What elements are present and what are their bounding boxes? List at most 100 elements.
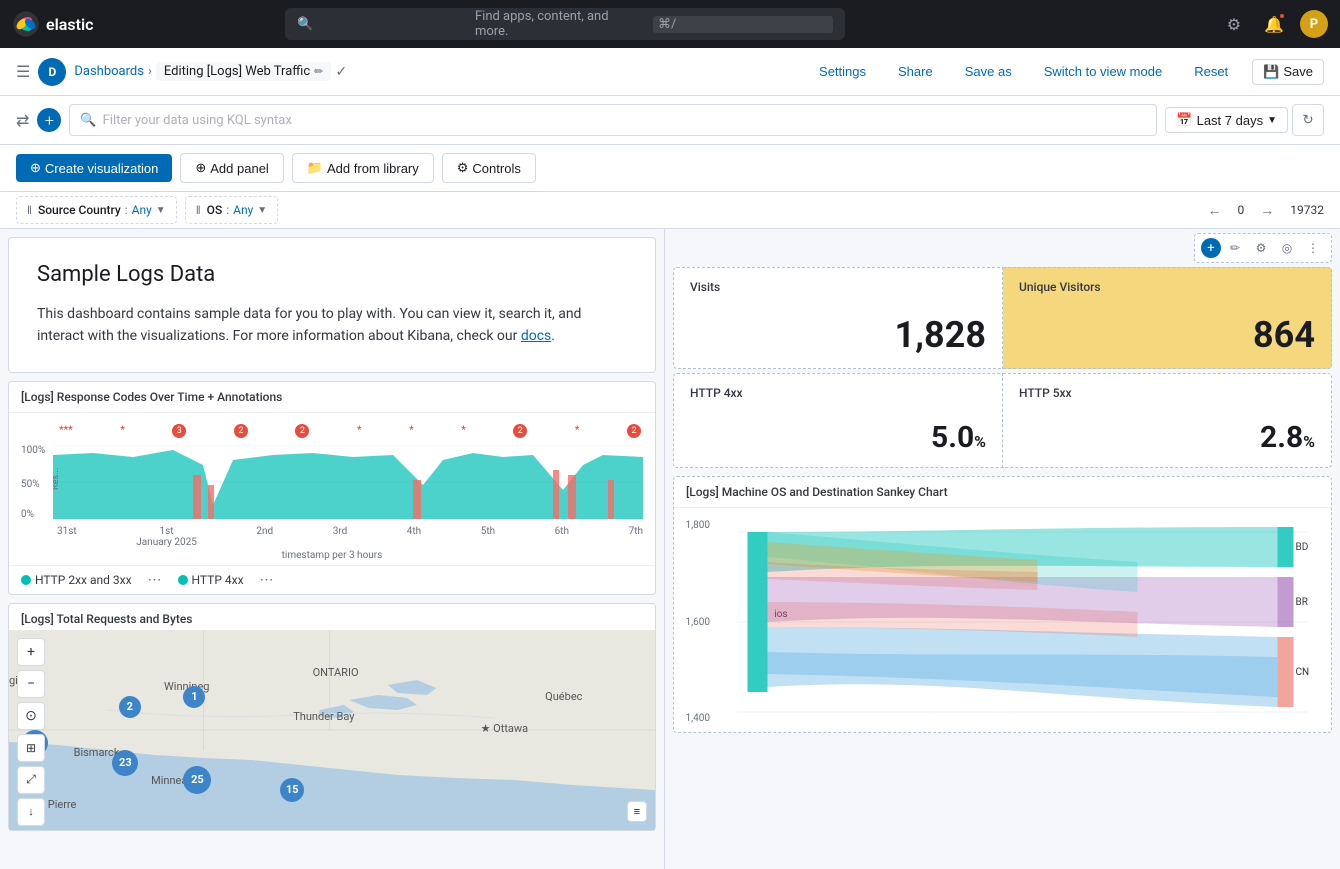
settings-button[interactable]: Settings <box>811 60 874 83</box>
widget-toolbar-row: + ✏ ⚙ ◎ ⋮ <box>665 229 1340 263</box>
annotation-2: * <box>120 425 125 436</box>
source-country-filter[interactable]: ‖ Source Country : Any ▼ <box>16 196 177 224</box>
widget-gear-icon[interactable]: ⚙ <box>1249 236 1273 260</box>
page-current: 0 <box>1238 203 1245 217</box>
kql-search-input[interactable]: 🔍 Filter your data using KQL syntax <box>69 104 1157 136</box>
annotation-4: 2 <box>234 424 248 438</box>
logo-text: elastic <box>46 15 93 34</box>
svg-text:Res...: Res... <box>53 468 61 490</box>
page-total: 19732 <box>1290 203 1324 217</box>
y-label-100: 100% <box>21 445 49 456</box>
cluster-15[interactable]: 15 <box>280 778 304 802</box>
legend-http4xx: HTTP 4xx <box>178 573 244 587</box>
zoom-in-button[interactable]: + <box>17 638 45 666</box>
y-label-0: 0% <box>21 509 49 520</box>
http-error-metrics-row: HTTP 4xx 5.0% HTTP 5xx 2.8% <box>673 373 1332 468</box>
widget-edit-icon[interactable]: ✏ <box>1223 236 1247 260</box>
check-icon[interactable]: ✓ <box>335 64 347 80</box>
map-controls: + − ⊙ ⊞ ⤢ ↓ <box>17 638 45 826</box>
unique-visitors-label: Unique Visitors <box>1019 280 1315 294</box>
switch-mode-button[interactable]: Switch to view mode <box>1036 60 1171 83</box>
sankey-title: [Logs] Machine OS and Destination Sankey… <box>674 477 1331 508</box>
nav-icons: ⚙ 🔔 P <box>1220 10 1328 38</box>
legend-label-2xx: HTTP 2xx and 3xx <box>35 573 132 587</box>
filter-toggle-icon[interactable]: ⇄ <box>16 111 29 130</box>
legend-dot-2xx <box>21 575 31 585</box>
save-icon: 💾 <box>1263 64 1279 80</box>
annotation-5: 2 <box>295 424 309 438</box>
annotation-9: 2 <box>513 424 527 438</box>
os-filter[interactable]: ‖ OS : Any ▼ <box>185 196 278 224</box>
date-range-button[interactable]: 📅 Last 7 days ▼ <box>1165 107 1288 133</box>
legend-dot-4xx <box>178 575 188 585</box>
search-icon: 🔍 <box>297 17 467 32</box>
legend-label-4xx: HTTP 4xx <box>192 573 244 587</box>
http5xx-widget: HTTP 5xx 2.8% <box>1003 373 1332 468</box>
y-label-50: 50% <box>21 479 49 490</box>
annotation-11: 2 <box>627 424 641 438</box>
sankey-svg: ios BD BR CN <box>714 512 1331 732</box>
global-search[interactable]: 🔍 Find apps, content, and more. ⌘/ <box>285 8 845 40</box>
search-shortcut: ⌘/ <box>653 16 833 33</box>
reset-button[interactable]: Reset <box>1186 60 1236 83</box>
pin-button[interactable]: ↓ <box>17 798 45 826</box>
add-from-library-button[interactable]: 📁 Add from library <box>292 153 434 183</box>
sankey-y-axis: 1,800 1,600 1,400 <box>674 512 714 732</box>
cluster-23[interactable]: 23 <box>112 750 138 776</box>
crosshair-button[interactable]: ⊞ <box>17 734 45 762</box>
edit-title-icon[interactable]: ✏ <box>314 65 323 78</box>
cluster-25[interactable]: 25 <box>183 766 211 794</box>
legend-more-4xx[interactable]: ⋯ <box>260 572 274 588</box>
create-visualization-button[interactable]: ⊕ Create visualization <box>16 154 172 182</box>
x-label-3rd: 3rd <box>333 526 348 548</box>
expand-button[interactable]: ⤢ <box>17 766 45 794</box>
add-filter-button[interactable]: + <box>37 108 61 132</box>
map-svg <box>9 630 655 830</box>
map-legend-toggle[interactable]: ≡ <box>627 801 647 822</box>
prev-page-arrow[interactable]: ← <box>1208 202 1222 219</box>
user-avatar[interactable]: P <box>1300 10 1328 38</box>
annotation-10: * <box>575 425 580 436</box>
save-button[interactable]: 💾 Save <box>1252 59 1324 85</box>
docs-link[interactable]: docs <box>521 328 551 344</box>
widget-add-icon[interactable]: + <box>1201 238 1221 258</box>
cluster-2[interactable]: 2 <box>119 696 141 718</box>
map-background: + − ⊙ ⊞ ⤢ ↓ gina Winnipeg ONTARIO Thunde… <box>9 630 655 830</box>
reset-bearing-button[interactable]: ⊙ <box>17 702 45 730</box>
share-button[interactable]: Share <box>890 60 941 83</box>
svg-text:BD: BD <box>1296 542 1309 553</box>
response-codes-title: [Logs] Response Codes Over Time + Annota… <box>9 382 655 413</box>
breadcrumb-dashboards[interactable]: Dashboards <box>74 64 144 79</box>
response-chart-svg: Res... <box>53 445 643 520</box>
intro-title: Sample Logs Data <box>37 262 627 287</box>
kql-placeholder: Filter your data using KQL syntax <box>103 113 292 128</box>
widget-more-icon[interactable]: ⋮ <box>1301 236 1325 260</box>
os-pipe: ‖ <box>196 203 201 217</box>
toolbar: ⊕ Create visualization ⊕ Add panel 📁 Add… <box>0 145 1340 192</box>
visits-widget: Visits 1,828 <box>673 267 1003 369</box>
intro-body: This dashboard contains sample data for … <box>37 303 627 348</box>
x-label-31: 31st <box>57 526 77 548</box>
chevron-down-icon: ▼ <box>1267 115 1277 126</box>
unique-visitors-widget: Unique Visitors 864 <box>1003 267 1332 369</box>
add-panel-button[interactable]: ⊕ Add panel <box>180 153 283 183</box>
zoom-out-button[interactable]: − <box>17 670 45 698</box>
sankey-chart-area: 1,800 1,600 1,400 ios <box>674 508 1331 732</box>
left-panel: Sample Logs Data This dashboard contains… <box>0 229 665 869</box>
sankey-widget: [Logs] Machine OS and Destination Sankey… <box>673 476 1332 733</box>
controls-icon: ⚙ <box>457 160 469 176</box>
legend-more-2xx[interactable]: ⋯ <box>148 572 162 588</box>
hamburger-menu[interactable]: ☰ <box>16 62 30 81</box>
refresh-button[interactable]: ↻ <box>1292 104 1324 136</box>
x-axis-labels: 31st 1stJanuary 2025 2nd 3rd 4th 5th 6th… <box>21 524 643 548</box>
widget-inspect-icon[interactable]: ◎ <box>1275 236 1299 260</box>
controls-button[interactable]: ⚙ Controls <box>442 153 536 183</box>
settings-icon[interactable]: ⚙ <box>1220 10 1248 38</box>
page-arrow-right[interactable]: → <box>1260 202 1274 219</box>
http4xx-value: 5.0% <box>690 400 986 455</box>
kql-search-icon: 🔍 <box>80 113 96 128</box>
http5xx-label: HTTP 5xx <box>1019 386 1315 400</box>
save-as-button[interactable]: Save as <box>957 60 1020 83</box>
notifications-icon[interactable]: 🔔 <box>1260 10 1288 38</box>
elastic-logo[interactable]: elastic <box>12 10 93 38</box>
